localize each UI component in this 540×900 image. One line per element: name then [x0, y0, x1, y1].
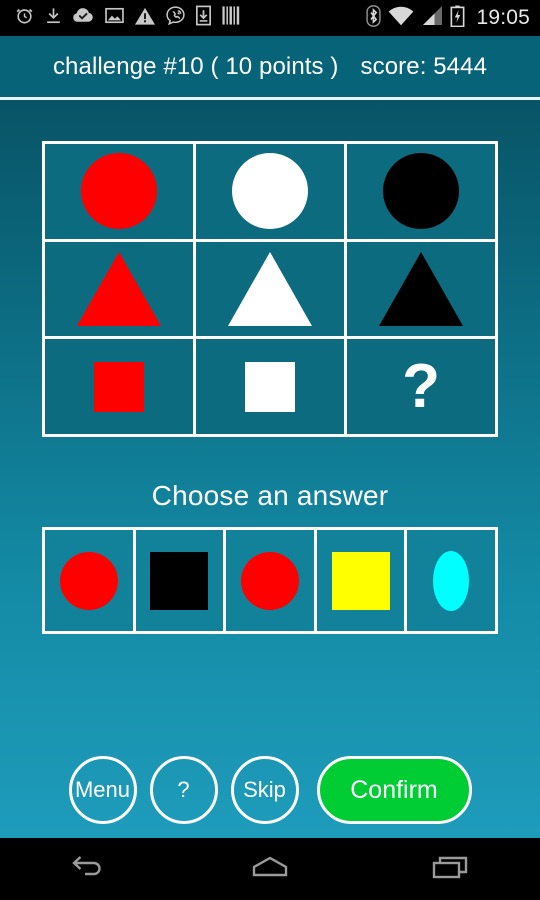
download-to-device-icon: [195, 5, 212, 31]
answer-red-circle-2: [240, 551, 299, 610]
recents-icon: [431, 853, 469, 886]
puzzle-cell-1-2: [347, 241, 495, 337]
answer-options-row: [42, 527, 498, 634]
answer-option-5[interactable]: [407, 530, 495, 631]
status-bar-clock: 19:05: [476, 6, 530, 29]
black-triangle: [379, 251, 463, 326]
game-header: challenge #10 ( 10 points ) score: 5444: [0, 36, 540, 98]
puzzle-cell-0-1: [196, 144, 344, 239]
white-circle: [232, 153, 308, 230]
home-icon: [251, 854, 289, 885]
barcode-icon: [221, 5, 241, 31]
answer-red-circle: [59, 551, 118, 610]
cloud-check-icon: [72, 5, 95, 31]
download-icon: [44, 5, 63, 31]
red-circle: [81, 153, 157, 230]
puzzle-cell-0-2: [347, 144, 495, 239]
app-screen: 19:05 challenge #10 ( 10 points ) score:…: [0, 0, 540, 900]
answer-option-2[interactable]: [135, 530, 224, 631]
status-bar-right-icons: 19:05: [366, 4, 530, 32]
nav-home-button[interactable]: [225, 838, 315, 900]
white-triangle: [228, 251, 312, 326]
puzzle-cell-1-0: [45, 241, 193, 337]
puzzle-cell-1-1: [196, 241, 344, 337]
cellular-signal-icon: [421, 5, 443, 31]
status-bar: 19:05: [0, 0, 540, 36]
puzzle-cell-2-1: [196, 339, 344, 434]
skip-button[interactable]: Skip: [230, 756, 299, 824]
action-buttons: Menu ? Skip Confirm: [0, 754, 540, 826]
answer-option-3[interactable]: [226, 530, 314, 631]
battery-charging-icon: [450, 5, 465, 32]
menu-button[interactable]: Menu: [68, 756, 137, 824]
android-nav-bar: [0, 838, 540, 900]
unknown-cell: ?: [402, 351, 440, 421]
image-icon: [104, 6, 125, 30]
answer-yellow-square: [331, 551, 390, 610]
white-square: [245, 361, 295, 412]
choose-answer-label: Choose an answer: [151, 480, 389, 511]
black-circle: [383, 153, 459, 230]
puzzle-grid: ?: [42, 141, 498, 437]
answer-cyan-ellipse: [433, 550, 470, 611]
answer-option-1[interactable]: [45, 530, 133, 631]
challenge-label: challenge #10 ( 10 points ): [52, 53, 339, 80]
puzzle-cell-0-0: [45, 144, 193, 239]
puzzle-cell-2-2: ?: [347, 339, 495, 434]
help-button[interactable]: ?: [149, 756, 218, 824]
answer-black-square: [150, 551, 209, 610]
alarm-clock-icon: [14, 5, 35, 31]
status-bar-left-icons: [14, 5, 366, 31]
game-content: ? Choose an answer Menu ? Skip Confirm: [0, 100, 540, 838]
back-icon: [70, 854, 110, 885]
puzzle-cell-2-0: [45, 339, 193, 434]
confirm-button[interactable]: Confirm: [316, 756, 472, 824]
nav-back-button[interactable]: [45, 838, 135, 900]
bluetooth-icon: [366, 4, 382, 32]
viber-call-icon: [165, 5, 186, 31]
answer-option-4[interactable]: [316, 530, 405, 631]
wifi-icon: [388, 5, 414, 31]
warning-icon: [134, 6, 156, 31]
red-triangle: [77, 251, 161, 326]
red-square: [94, 361, 144, 412]
score-label: score: 5444: [360, 53, 488, 80]
nav-recents-button[interactable]: [405, 838, 495, 900]
